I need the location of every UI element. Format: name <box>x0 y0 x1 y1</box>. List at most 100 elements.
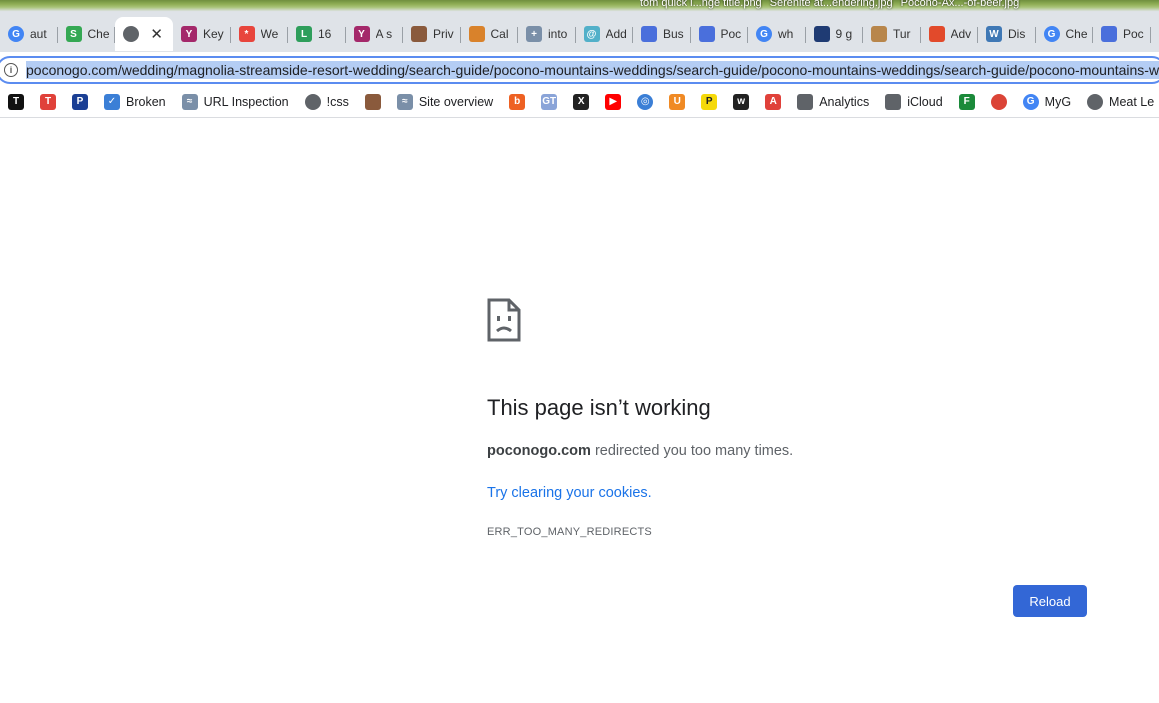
chart-icon: L <box>296 26 312 42</box>
tab[interactable]: Bus <box>633 17 691 51</box>
tab[interactable]: Poc <box>1093 17 1151 51</box>
error-domain: poconogo.com <box>487 443 591 459</box>
tab[interactable]: W Dis <box>978 17 1036 51</box>
tab[interactable]: L 16 <box>288 17 346 51</box>
tab[interactable]: Adv <box>921 17 979 51</box>
desktop-file-label: Pocono-Ax...-of-beer.jpg <box>900 0 1020 9</box>
tab[interactable]: Gaut <box>0 17 58 51</box>
tab-title: Bus <box>663 27 684 41</box>
bookmark-item[interactable]: ▶ <box>597 90 629 114</box>
bookmark-item[interactable]: ◎ <box>629 90 661 114</box>
bookmarks-bar: T T P ✓ Broken ≈ URL Inspection !css ≈ Site overv… <box>0 86 1159 118</box>
tab-title: aut <box>30 27 47 41</box>
url-text[interactable]: poconogo.com/wedding/magnolia-streamside… <box>26 61 1159 79</box>
bookmark-item[interactable]: ≈ Site overview <box>389 90 501 114</box>
tab[interactable] <box>1151 17 1159 51</box>
tab[interactable]: Gwh <box>748 17 806 51</box>
yoast-icon: Y <box>181 26 197 42</box>
tab-title: We <box>260 27 279 41</box>
bookmark-item[interactable]: w <box>725 90 757 114</box>
tab-title: A s <box>375 27 393 41</box>
tab-title: Key <box>203 27 224 41</box>
bookmark-item[interactable]: T <box>0 90 32 114</box>
tab[interactable]: 9 g <box>806 17 864 51</box>
tab[interactable]: + into <box>518 17 576 51</box>
bookmark-item[interactable]: G MyG <box>1015 90 1079 114</box>
desktop-file-label: tom quick i...nge title.png <box>640 0 762 9</box>
tabs-container: Gaut S Che ✕ Y Key * We L 16 Y A s Priv Cal + into @ Add B… <box>0 16 1159 52</box>
yoast-icon: Y <box>353 26 370 42</box>
globe-icon <box>1087 93 1104 110</box>
bookmark-item[interactable] <box>357 90 389 114</box>
tab[interactable]: YA s <box>346 17 404 51</box>
bookmark-item[interactable]: GT <box>533 90 565 114</box>
puzzle-icon: + <box>526 26 542 42</box>
swirl-icon: @ <box>583 26 600 42</box>
tab-title: 9 g <box>835 27 853 41</box>
tab-title: Adv <box>950 27 972 41</box>
nyt-icon: T <box>8 93 24 110</box>
lego-icon <box>928 26 945 42</box>
tab[interactable]: Tur <box>863 17 921 51</box>
error-summary: poconogo.com redirected you too many tim… <box>487 443 1087 459</box>
tab-title: Che <box>87 27 110 41</box>
business-icon <box>698 26 715 42</box>
clear-cookies-link[interactable]: Try clearing your cookies. <box>487 485 652 501</box>
tab[interactable]: Priv <box>403 17 461 51</box>
checkmark-icon: ✓ <box>104 93 120 110</box>
youtube-icon: ▶ <box>605 93 622 110</box>
tab-title: Add <box>605 27 627 41</box>
gtmetrix-icon: GT <box>541 93 558 110</box>
x-icon: X <box>573 93 590 110</box>
bookmark-item[interactable]: ≈ URL Inspection <box>174 90 297 114</box>
bookmark-item[interactable]: Meat Le <box>1079 90 1159 114</box>
p-icon: P <box>701 93 718 110</box>
tab[interactable]: G Che <box>1036 17 1094 51</box>
acrobat-icon: A <box>765 93 782 110</box>
active-tab[interactable]: ✕ <box>115 17 173 51</box>
bookmark-item[interactable]: P <box>64 90 96 114</box>
bookmark-item[interactable]: F <box>951 90 983 114</box>
apple-icon <box>885 93 902 110</box>
w-icon: w <box>733 93 750 110</box>
tab-title: Poc <box>720 27 742 41</box>
tab-title: Poc <box>1123 27 1144 41</box>
search-console-icon: ≈ <box>396 93 413 110</box>
close-tab-icon[interactable]: ✕ <box>150 25 163 43</box>
bookmark-item[interactable]: U <box>661 90 693 114</box>
photo-icon <box>411 26 427 42</box>
bookmark-label: Site overview <box>418 94 494 109</box>
bookmark-item[interactable]: T <box>32 90 64 114</box>
tab[interactable]: * We <box>231 17 289 51</box>
bookmark-item[interactable] <box>983 90 1015 114</box>
asterisk-icon: * <box>238 26 255 42</box>
bookmark-item[interactable]: A <box>757 90 789 114</box>
reload-button[interactable]: Reload <box>1013 585 1087 617</box>
address-bar[interactable]: i poconogo.com/wedding/magnolia-streamsi… <box>0 56 1159 84</box>
bookmark-item[interactable]: X <box>565 90 597 114</box>
tab[interactable]: S Che <box>58 17 116 51</box>
search-console-icon: ≈ <box>181 93 198 110</box>
photo-icon <box>364 93 381 110</box>
business-icon <box>1101 26 1117 42</box>
bookmark-item[interactable]: Analytics <box>789 90 877 114</box>
bookmark-item[interactable]: P <box>693 90 725 114</box>
bookmark-item[interactable]: ✓ Broken <box>96 90 174 114</box>
bookmark-item[interactable]: b <box>501 90 533 114</box>
bookmark-label: !css <box>326 94 349 109</box>
bookmark-item[interactable]: iCloud <box>877 90 950 114</box>
bookmark-item[interactable]: !css <box>297 90 357 114</box>
tab[interactable]: Poc <box>691 17 749 51</box>
error-panel: This page isn’t working poconogo.com red… <box>487 298 1087 538</box>
bitly-icon: b <box>509 93 526 110</box>
tab[interactable]: @ Add <box>576 17 634 51</box>
bookmark-label: URL Inspection <box>203 94 289 109</box>
chrome-icon <box>990 93 1007 110</box>
tab[interactable]: Y Key <box>173 17 231 51</box>
tab-title: wh <box>778 27 794 41</box>
target-icon: ◎ <box>637 93 654 110</box>
trophy-icon <box>871 26 887 42</box>
business-icon <box>641 26 657 42</box>
info-icon[interactable]: i <box>4 63 18 77</box>
tab[interactable]: Cal <box>461 17 519 51</box>
